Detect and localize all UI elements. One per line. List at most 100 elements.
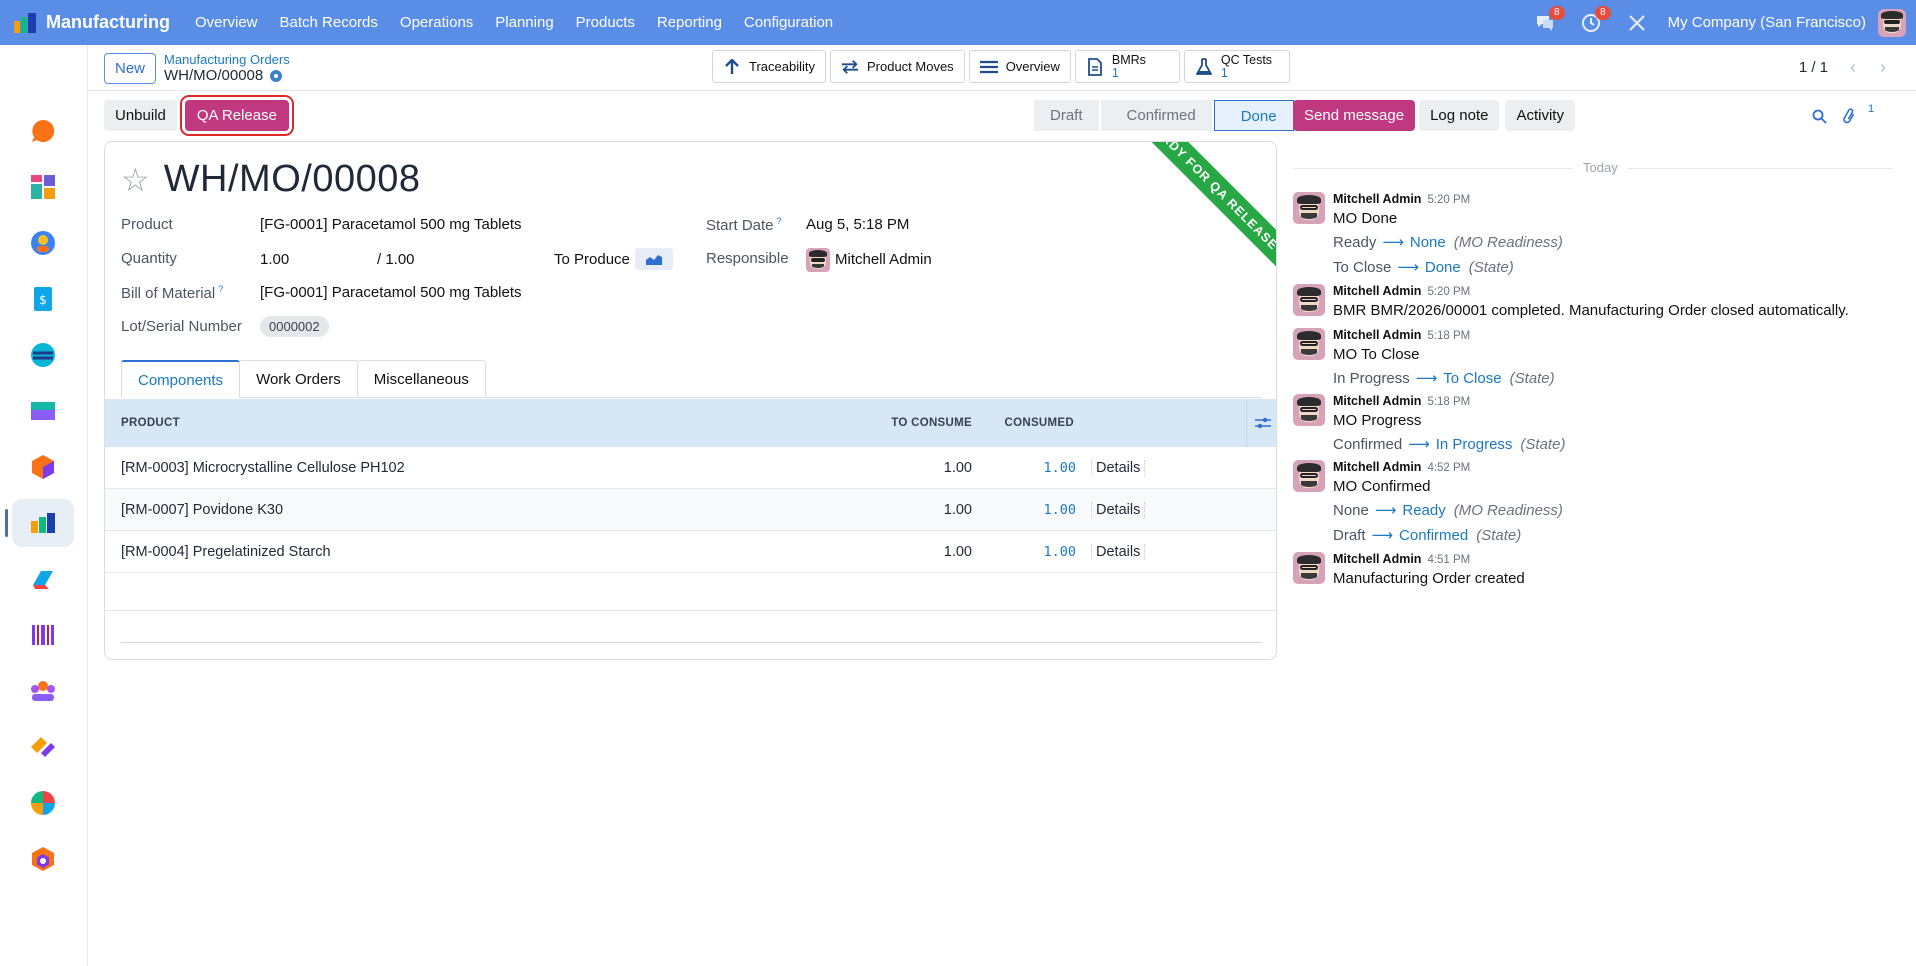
pager: 1 / 1 ‹ › bbox=[1799, 56, 1898, 78]
document-icon bbox=[1086, 57, 1104, 76]
star-icon[interactable]: ☆ bbox=[121, 164, 150, 196]
author-avatar[interactable] bbox=[1293, 192, 1325, 224]
message-author[interactable]: Mitchell Admin bbox=[1333, 284, 1421, 298]
menu-products[interactable]: Products bbox=[565, 14, 646, 31]
gear-icon[interactable] bbox=[270, 70, 283, 82]
pager-previous-icon[interactable]: ‹ bbox=[1838, 56, 1868, 78]
control-panel-divider bbox=[88, 90, 1916, 91]
sidebar-app-employees[interactable] bbox=[12, 667, 74, 715]
author-avatar[interactable] bbox=[1293, 328, 1325, 360]
tab-work-orders[interactable]: Work Orders bbox=[239, 360, 358, 398]
messages-icon[interactable]: 8 bbox=[1534, 5, 1565, 34]
activities-clock-icon[interactable]: 8 bbox=[1580, 5, 1611, 34]
sidebar-app-apps[interactable] bbox=[12, 835, 74, 883]
message-author[interactable]: Mitchell Admin bbox=[1333, 328, 1421, 342]
start-date-help-icon[interactable]: ? bbox=[777, 216, 782, 226]
stage-done[interactable]: Done bbox=[1213, 100, 1294, 131]
messages-count-badge: 8 bbox=[1549, 5, 1565, 20]
row-details-button[interactable]: Details bbox=[1091, 501, 1146, 518]
company-switcher[interactable]: My Company (San Francisco) bbox=[1668, 14, 1866, 31]
traceability-button[interactable]: Traceability bbox=[712, 50, 826, 83]
start-date-value[interactable]: Aug 5, 5:18 PM bbox=[806, 216, 909, 233]
lot-badge[interactable]: 0000002 bbox=[260, 316, 329, 337]
qa-release-button[interactable]: QA Release bbox=[179, 95, 294, 136]
menu-reporting[interactable]: Reporting bbox=[646, 14, 733, 31]
menu-batch-records[interactable]: Batch Records bbox=[269, 14, 389, 31]
message-author[interactable]: Mitchell Admin bbox=[1333, 192, 1421, 206]
bmrs-button[interactable]: BMRs 1 bbox=[1074, 50, 1180, 83]
sidebar-app-spreadsheet[interactable] bbox=[12, 779, 74, 827]
menu-operations[interactable]: Operations bbox=[389, 14, 484, 31]
table-row[interactable]: [RM-0007] Povidone K30 1.00 1.00 Details bbox=[105, 489, 1276, 531]
tracking-line: None ⟶ Ready (MO Readiness) bbox=[1333, 502, 1563, 519]
author-avatar[interactable] bbox=[1293, 394, 1325, 426]
sidebar-app-dashboards[interactable] bbox=[12, 163, 74, 211]
qc-tests-button[interactable]: QC Tests 1 bbox=[1183, 50, 1290, 83]
table-row[interactable]: [RM-0004] Pregelatinized Starch 1.00 1.0… bbox=[105, 531, 1276, 573]
unbuild-button[interactable]: Unbuild bbox=[104, 100, 177, 131]
sidebar-app-manufacturing[interactable] bbox=[5, 499, 74, 547]
forecast-chart-button[interactable] bbox=[635, 248, 673, 270]
stage-draft[interactable]: Draft bbox=[1034, 100, 1099, 131]
bom-help-icon[interactable]: ? bbox=[218, 284, 223, 294]
sidebar-app-quality[interactable] bbox=[12, 555, 74, 603]
control-panel-left: New Manufacturing Orders WH/MO/00008 bbox=[104, 52, 290, 85]
ready-for-qa-ribbon: READY FOR QA RELEASE bbox=[1122, 142, 1276, 276]
col-product[interactable]: PRODUCT bbox=[121, 417, 180, 429]
menu-overview[interactable]: Overview bbox=[184, 14, 269, 31]
col-consumed[interactable]: CONSUMED bbox=[1005, 417, 1075, 429]
optional-columns-toggle[interactable] bbox=[1246, 399, 1276, 447]
sidebar-app-accounting[interactable] bbox=[12, 331, 74, 379]
stage-confirmed[interactable]: Confirmed bbox=[1100, 100, 1212, 131]
invoicing-app-icon: $ bbox=[34, 287, 52, 311]
row-consumed[interactable]: 1.00 bbox=[1043, 502, 1076, 518]
crm-app-icon bbox=[31, 231, 55, 255]
sidebar-app-inventory[interactable] bbox=[12, 443, 74, 491]
tools-icon[interactable] bbox=[1626, 12, 1648, 34]
components-table-header: PRODUCT TO CONSUME CONSUMED bbox=[105, 399, 1276, 447]
product-moves-button[interactable]: Product Moves bbox=[829, 50, 965, 83]
breadcrumb: Manufacturing Orders WH/MO/00008 bbox=[164, 52, 290, 85]
message-author[interactable]: Mitchell Admin bbox=[1333, 552, 1421, 566]
spreadsheet-app-icon bbox=[31, 791, 55, 815]
menu-planning[interactable]: Planning bbox=[484, 14, 564, 31]
menu-configuration[interactable]: Configuration bbox=[733, 14, 844, 31]
send-message-button[interactable]: Send message bbox=[1293, 100, 1416, 131]
sidebar-app-invoicing[interactable]: $ bbox=[12, 275, 74, 323]
sidebar-app-crm[interactable] bbox=[12, 219, 74, 267]
product-value[interactable]: [FG-0001] Paracetamol 500 mg Tablets bbox=[260, 216, 522, 233]
overview-button[interactable]: Overview bbox=[968, 50, 1071, 83]
qc-tests-label: QC Tests bbox=[1220, 52, 1273, 67]
manufacturing-logo-icon bbox=[14, 12, 38, 33]
sidebar-app-documents[interactable] bbox=[12, 387, 74, 435]
row-details-button[interactable]: Details bbox=[1091, 459, 1146, 476]
user-avatar[interactable] bbox=[1878, 8, 1906, 37]
sidebar-app-barcode[interactable] bbox=[12, 611, 74, 659]
paperclip-icon[interactable] bbox=[1834, 100, 1864, 132]
col-to-consume[interactable]: TO CONSUME bbox=[891, 417, 972, 429]
author-avatar[interactable] bbox=[1293, 460, 1325, 492]
search-icon[interactable] bbox=[1804, 100, 1834, 132]
row-consumed[interactable]: 1.00 bbox=[1043, 460, 1076, 476]
author-avatar[interactable] bbox=[1293, 552, 1325, 584]
sidebar-app-sign[interactable] bbox=[12, 723, 74, 771]
message-author[interactable]: Mitchell Admin bbox=[1333, 460, 1421, 474]
breadcrumb-parent-link[interactable]: Manufacturing Orders bbox=[164, 52, 290, 67]
app-brand[interactable]: Manufacturing bbox=[14, 12, 170, 33]
log-note-button[interactable]: Log note bbox=[1419, 100, 1500, 131]
tab-components[interactable]: Components bbox=[121, 360, 241, 398]
table-row[interactable]: [RM-0003] Microcrystalline Cellulose PH1… bbox=[105, 447, 1276, 489]
row-details-button[interactable]: Details bbox=[1091, 543, 1146, 560]
new-button[interactable]: New bbox=[104, 53, 157, 84]
activity-button[interactable]: Activity bbox=[1505, 100, 1575, 131]
sidebar-app-discuss[interactable] bbox=[12, 107, 74, 155]
author-avatar[interactable] bbox=[1293, 284, 1325, 316]
responsible-value[interactable]: Mitchell Admin bbox=[835, 251, 932, 268]
message-author[interactable]: Mitchell Admin bbox=[1333, 394, 1421, 408]
pager-next-icon[interactable]: › bbox=[1868, 56, 1898, 78]
tab-miscellaneous[interactable]: Miscellaneous bbox=[356, 360, 486, 398]
row-consumed[interactable]: 1.00 bbox=[1043, 544, 1076, 560]
pager-value[interactable]: 1 / 1 bbox=[1799, 59, 1828, 76]
bom-value[interactable]: [FG-0001] Paracetamol 500 mg Tablets bbox=[260, 284, 522, 301]
quantity-value[interactable]: 1.00 bbox=[260, 251, 289, 268]
